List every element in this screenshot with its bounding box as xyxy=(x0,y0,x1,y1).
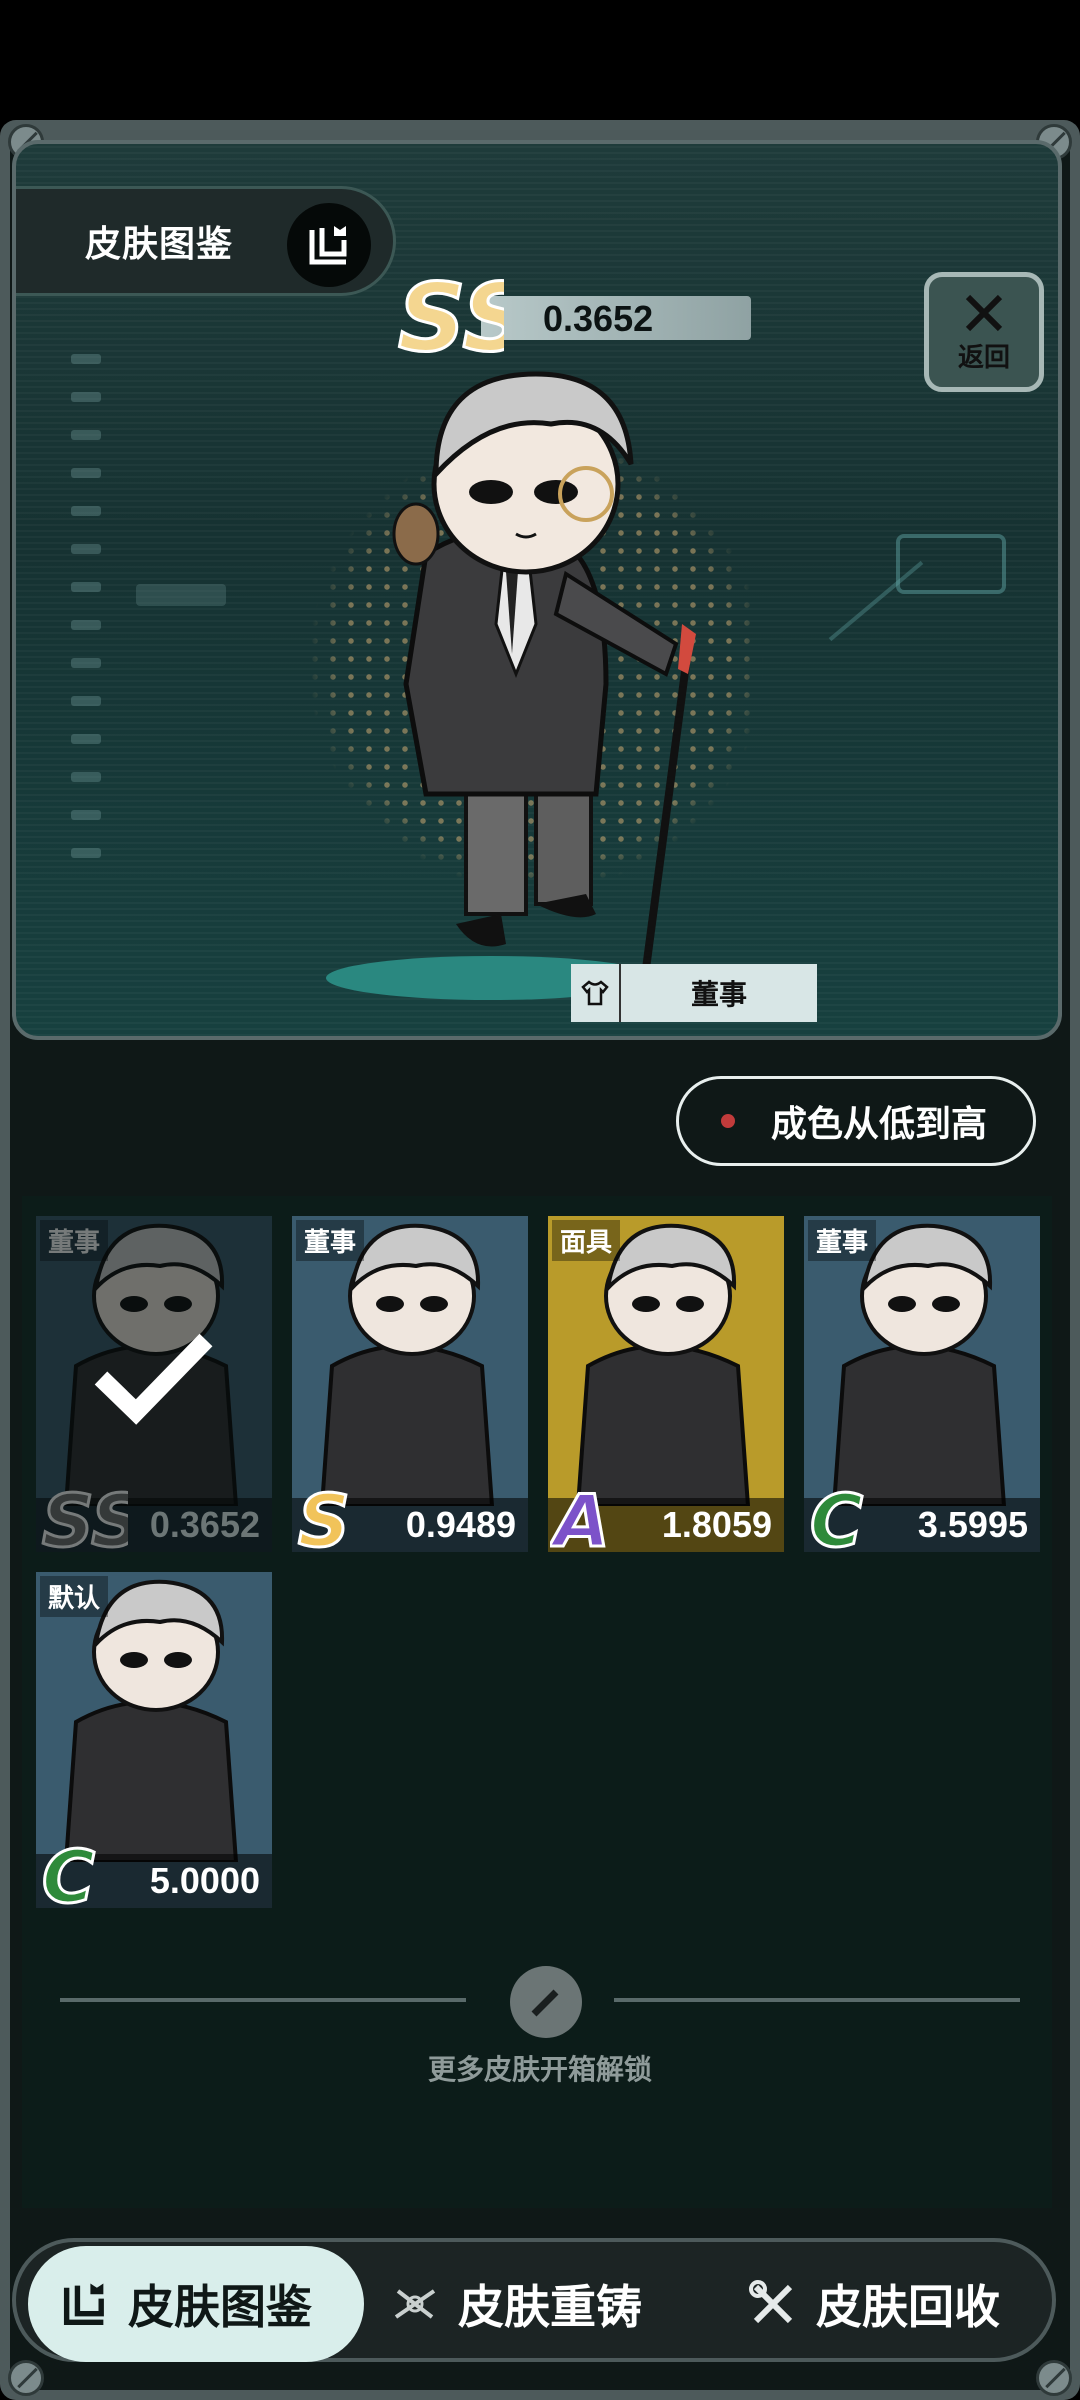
bottom-tab-bar: 皮肤图鉴 皮肤重铸 皮肤回收 xyxy=(12,2238,1056,2362)
grade-icon: C xyxy=(809,1478,865,1552)
recast-icon xyxy=(394,2289,436,2319)
current-skin-name: 董事 xyxy=(690,979,747,1010)
character-figure xyxy=(392,371,696,984)
skin-value: 0.9489 xyxy=(405,1504,516,1545)
catalog-icon xyxy=(63,2283,104,2326)
page-title: 皮肤图鉴 xyxy=(85,223,234,264)
grade-ss-icon: SS xyxy=(397,264,505,364)
back-label: 返回 xyxy=(957,341,1010,372)
divider-line xyxy=(614,1998,1020,2002)
skin-card[interactable]: 面具 A 1.8059 xyxy=(548,1216,784,1552)
skin-name: 董事 xyxy=(40,1220,109,1261)
skin-card[interactable]: 默认 C 5.0000 xyxy=(36,1572,272,1908)
tab-skin-recycle[interactable]: 皮肤回收 xyxy=(746,2242,1000,2366)
screen: { "header": { "title": "皮肤图鉴", "back_lab… xyxy=(0,0,1080,2400)
grade-text: S xyxy=(298,1479,350,1552)
skin-value: 1.8059 xyxy=(661,1504,772,1545)
skin-card[interactable]: 董事 C 3.5995 xyxy=(804,1216,1040,1552)
skin-name: 董事 xyxy=(296,1220,365,1261)
grade-icon: C xyxy=(41,1834,97,1908)
skin-card[interactable]: 董事 SS 0.3652 xyxy=(36,1216,272,1552)
skin-value: 3.5995 xyxy=(917,1504,1028,1545)
skin-name: 面具 xyxy=(552,1220,621,1261)
current-grade-bar: 0.3652 xyxy=(481,296,751,340)
skin-value: 0.3652 xyxy=(149,1504,260,1545)
pencil-icon xyxy=(510,1966,582,2038)
screw-icon xyxy=(1036,2360,1072,2396)
screw-icon xyxy=(8,2360,44,2396)
grade-icon: S xyxy=(297,1478,352,1552)
skin-name: 默认 xyxy=(40,1576,109,1617)
more-skins-hint: 更多皮肤开箱解锁 xyxy=(60,1966,1020,2086)
deco-bars xyxy=(71,354,111,914)
current-skin-label: 董事 xyxy=(571,964,817,1022)
deco-box xyxy=(896,534,1006,594)
skin-grid: 董事 SS 0.3652 董事 S 0.9489 面具 A 1.8059 董事 C 3.5995 默认 C… xyxy=(22,1196,1052,2208)
more-skins-text: 更多皮肤开箱解锁 xyxy=(427,2054,652,2085)
skin-value: 5.0000 xyxy=(149,1860,260,1901)
deco-label xyxy=(136,584,226,606)
close-icon xyxy=(965,294,1003,331)
grade-text: C xyxy=(42,1835,95,1908)
catalog-icon xyxy=(287,203,371,287)
page-title-tag: 皮肤图鉴 xyxy=(16,186,396,296)
current-value: 0.3652 xyxy=(543,298,654,339)
grade-icon: A xyxy=(550,1478,611,1552)
grade-ss-text: SS xyxy=(398,264,504,364)
skin-showcase: 皮肤图鉴 0.3652 SS 返回 xyxy=(12,140,1062,1040)
sort-label: 成色从低到高 xyxy=(771,1103,988,1144)
divider-line xyxy=(60,1998,466,2002)
grade-text: A xyxy=(550,1479,610,1552)
tab-label: 皮肤回收 xyxy=(816,2281,1000,2333)
grade-icon: SS xyxy=(41,1478,129,1552)
tab-label: 皮肤重铸 xyxy=(458,2281,642,2333)
tab-label: 皮肤图鉴 xyxy=(128,2281,312,2333)
grade-text: C xyxy=(810,1479,863,1552)
shirt-icon xyxy=(571,964,621,1022)
recycle-tools-icon xyxy=(749,2280,793,2324)
sort-button[interactable]: 成色从低到高 xyxy=(676,1076,1036,1166)
skin-card[interactable]: 董事 S 0.9489 xyxy=(292,1216,528,1552)
tab-skin-catalog[interactable]: 皮肤图鉴 xyxy=(28,2246,364,2362)
checkmark-icon xyxy=(94,1333,213,1425)
back-button[interactable]: 返回 xyxy=(924,272,1044,392)
grade-text: SS xyxy=(42,1479,128,1552)
skin-name: 董事 xyxy=(808,1220,877,1261)
tab-skin-recast[interactable]: 皮肤重铸 xyxy=(388,2242,642,2366)
sort-indicator-dot xyxy=(721,1114,735,1128)
